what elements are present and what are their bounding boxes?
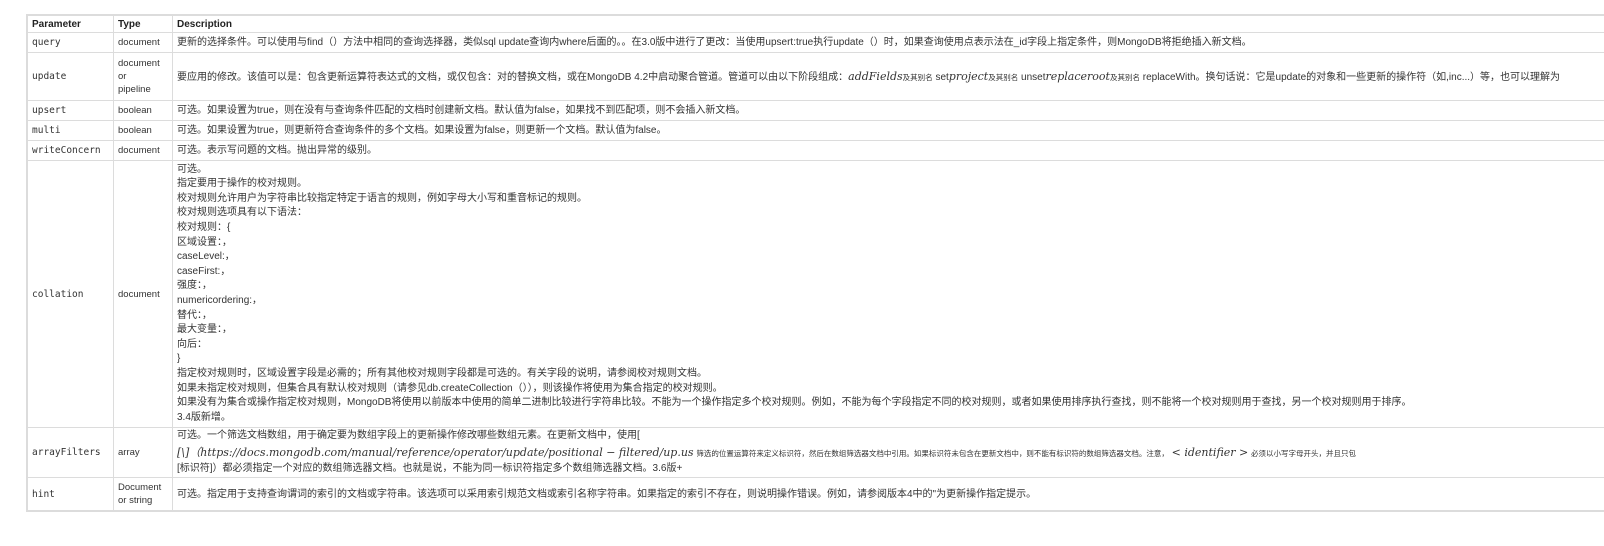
- table-row-hint: hint Document or string 可选。指定用于支持查询谓词的索引…: [27, 477, 1604, 511]
- param-description: 可选。如果设置为true，则更新符合查询条件的多个文档。如果设置为false，则…: [172, 120, 1604, 141]
- header-description: Description: [172, 15, 1604, 33]
- desc-text: 要应用的修改。该值可以是：包含更新运算符表达式的文档，或仅包含：对的替换文档，或…: [177, 71, 849, 83]
- desc-line: 校对规则选项具有以下语法：: [177, 207, 307, 219]
- param-name: collation: [27, 160, 114, 428]
- desc-text: unset: [1018, 71, 1046, 83]
- desc-line: caseFirst:，: [177, 265, 231, 277]
- table-row-multi: multi boolean 可选。如果设置为true，则更新符合查询条件的多个文…: [27, 120, 1604, 141]
- param-description: 可选。 指定要用于操作的校对规则。 校对规则允许用户为字符串比较指定特定于语言的…: [172, 160, 1604, 428]
- math-text: [\]（https://docs.mongodb.com/manual/refe…: [177, 445, 694, 459]
- tiny-text: 及其别名: [902, 72, 933, 82]
- tiny-text: 筛选的位置运算符来定义标识符，然后在数组筛选器文档中引用。如果标识符未包含在更新…: [696, 448, 1169, 458]
- desc-line: 最大变量：，: [177, 324, 232, 336]
- param-type: boolean: [113, 100, 173, 121]
- param-name: arrayFilters: [27, 427, 114, 478]
- type-line: Document: [118, 482, 162, 493]
- param-type: document: [113, 140, 173, 161]
- parameter-table-container: Parameter Type Description query documen…: [26, 14, 1604, 512]
- desc-line: 校对规则：{: [177, 222, 231, 234]
- param-type: document: [113, 32, 173, 53]
- desc-line: }: [177, 353, 181, 365]
- header-type: Type: [113, 15, 173, 33]
- desc-line: 指定校对规则时，区域设置字段是必需的；所有其他校对规则字段都是可选的。有关字段的…: [177, 367, 707, 379]
- param-description: 可选。如果设置为true，则在没有与查询条件匹配的文档时创建新文档。默认值为fa…: [172, 100, 1604, 121]
- math-text: < identifier >: [1171, 445, 1249, 459]
- param-name: multi: [27, 120, 114, 141]
- desc-line: 可选。: [177, 163, 207, 175]
- param-name: query: [27, 32, 114, 53]
- param-name: writeConcern: [27, 140, 114, 161]
- table-row-collation: collation document 可选。 指定要用于操作的校对规则。 校对规…: [27, 160, 1604, 428]
- tiny-text: 必须以小写字母开头，并且只包: [1251, 448, 1357, 458]
- param-name: upsert: [27, 100, 114, 121]
- desc-line: 向后：: [177, 338, 207, 350]
- desc-line: [\]（https://docs.mongodb.com/manual/refe…: [177, 444, 1604, 462]
- table-row-writeconcern: writeConcern document 可选。表示写问题的文档。抛出异常的级…: [27, 140, 1604, 161]
- math-text: project: [948, 69, 989, 83]
- tiny-text: 及其别名: [988, 72, 1019, 82]
- param-description: 更新的选择条件。可以使用与find（）方法中相同的查询选择器，类似sql upd…: [172, 32, 1604, 53]
- param-type: array: [113, 427, 173, 478]
- param-description: 要应用的修改。该值可以是：包含更新运算符表达式的文档，或仅包含：对的替换文档，或…: [172, 52, 1604, 101]
- type-line: document: [118, 58, 160, 69]
- table-row-query: query document 更新的选择条件。可以使用与find（）方法中相同的…: [27, 32, 1604, 53]
- type-line: or: [118, 71, 127, 82]
- param-type: document: [113, 160, 173, 428]
- math-text: addFields: [848, 69, 903, 83]
- desc-line: 指定要用于操作的校对规则。: [177, 178, 307, 190]
- desc-line: 如果未指定校对规则，但集合具有默认校对规则（请参见db.createCollec…: [177, 382, 723, 394]
- header-parameter: Parameter: [27, 15, 114, 33]
- type-line: or string: [118, 495, 153, 506]
- table-row-upsert: upsert boolean 可选。如果设置为true，则在没有与查询条件匹配的…: [27, 100, 1604, 121]
- parameter-table: Parameter Type Description query documen…: [27, 15, 1604, 511]
- tiny-text: 及其别名: [1109, 72, 1140, 82]
- param-type: document or pipeline: [113, 52, 173, 101]
- param-type: boolean: [113, 120, 173, 141]
- table-row-arrayfilters: arrayFilters array 可选。一个筛选文档数组，用于确定要为数组字…: [27, 427, 1604, 478]
- table-row-update: update document or pipeline 要应用的修改。该值可以是…: [27, 52, 1604, 101]
- desc-line: 校对规则允许用户为字符串比较指定特定于语言的规则，例如字母大小写和重音标记的规则…: [177, 192, 587, 204]
- desc-line: 可选。一个筛选文档数组，用于确定要为数组字段上的更新操作修改哪些数组元素。在更新…: [177, 429, 640, 441]
- desc-text: set: [932, 71, 949, 83]
- desc-line: 区域设置：，: [177, 236, 232, 248]
- desc-line: 强度：，: [177, 280, 212, 292]
- param-name: update: [27, 52, 114, 101]
- desc-line: caseLevel:，: [177, 251, 235, 263]
- math-text: replaceroot: [1045, 69, 1110, 83]
- desc-text: replaceWith。换句话说：它是update的对象和一些更新的操作符（如,…: [1139, 71, 1561, 83]
- type-line: pipeline: [118, 84, 151, 95]
- param-description: 可选。表示写问题的文档。抛出异常的级别。: [172, 140, 1604, 161]
- desc-line: [标识符]）都必须指定一个对应的数组筛选器文档。也就是说，不能为同一标识符指定多…: [177, 462, 683, 474]
- desc-line: 如果没有为集合或操作指定校对规则，MongoDB将使用以前版本中使用的简单二进制…: [177, 397, 1412, 409]
- desc-line: numericordering:，: [177, 295, 263, 306]
- param-description: 可选。一个筛选文档数组，用于确定要为数组字段上的更新操作修改哪些数组元素。在更新…: [172, 427, 1604, 478]
- param-name: hint: [27, 477, 114, 511]
- param-type: Document or string: [113, 477, 173, 511]
- desc-line: 替代：，: [177, 309, 212, 321]
- param-description: 可选。指定用于支持查询谓词的索引的文档或字符串。该选项可以采用索引规范文档或索引…: [172, 477, 1604, 511]
- table-header-row: Parameter Type Description: [27, 15, 1604, 33]
- desc-line: 3.4版新增。: [177, 411, 231, 423]
